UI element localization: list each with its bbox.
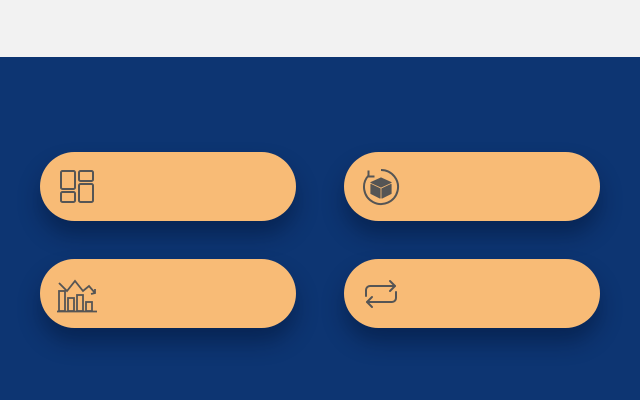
top-bar bbox=[0, 0, 640, 57]
repeat-arrows-icon bbox=[358, 271, 404, 317]
dashboard-tile-button[interactable] bbox=[40, 152, 296, 221]
package-return-tile-button[interactable] bbox=[344, 152, 600, 221]
dashboard-icon bbox=[54, 164, 100, 210]
declining-chart-icon bbox=[54, 271, 100, 317]
app-window bbox=[0, 0, 640, 400]
repeat-tile-button[interactable] bbox=[344, 259, 600, 328]
declining-chart-tile-button[interactable] bbox=[40, 259, 296, 328]
tile-grid bbox=[0, 57, 640, 400]
package-return-icon bbox=[358, 164, 404, 210]
